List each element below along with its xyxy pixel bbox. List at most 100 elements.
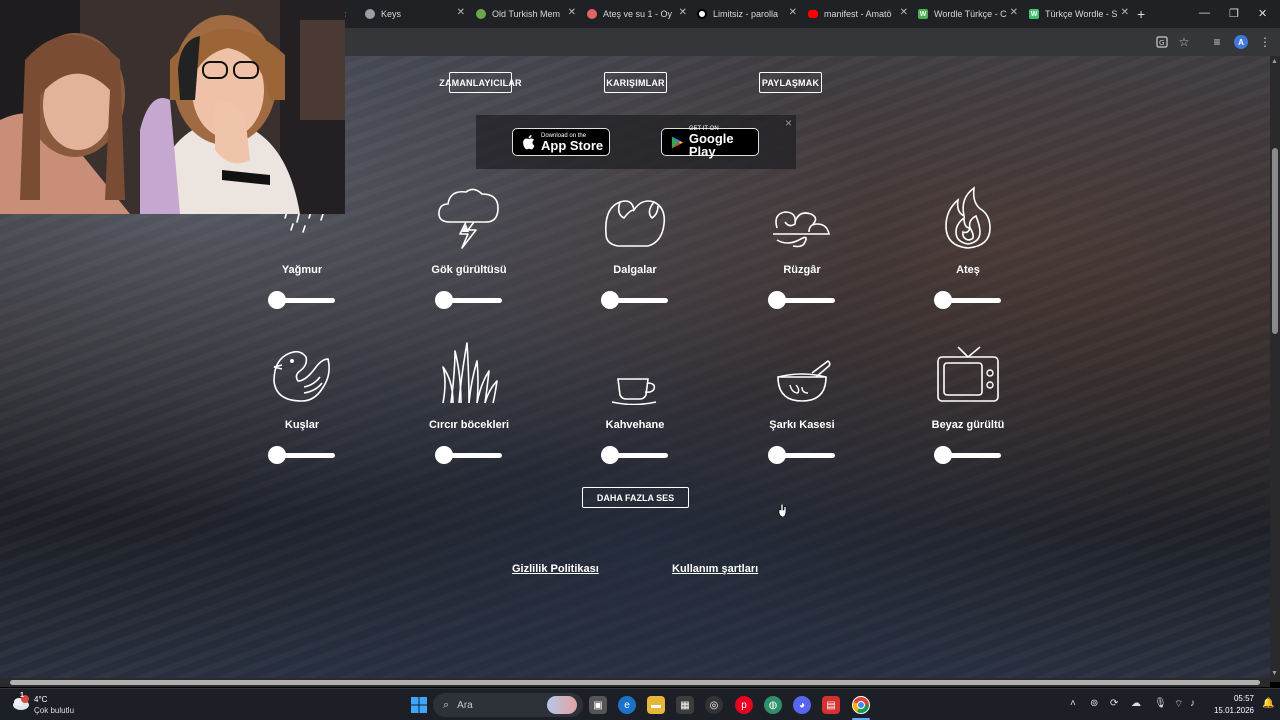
tab-close-icon[interactable]: ✕ [1010, 7, 1018, 18]
volume-slider-knob[interactable] [268, 446, 286, 464]
tray-app-icon[interactable]: ⊚ [1090, 698, 1098, 709]
new-tab-button[interactable]: + [1137, 4, 1151, 24]
tab-title: Limitsiz - parolla [713, 9, 779, 19]
volume-slider[interactable] [601, 291, 668, 309]
translate-icon[interactable]: G [1155, 35, 1169, 49]
sound-tile[interactable]: Gök gürültüsü [399, 186, 539, 309]
tab-close-icon[interactable]: ✕ [568, 7, 576, 18]
volume-icon[interactable]: ♪ [1190, 698, 1195, 709]
tv-icon[interactable] [898, 341, 1038, 405]
thunder-icon[interactable] [399, 186, 539, 250]
clock-date[interactable]: 15.01.2026 [1206, 706, 1254, 715]
sound-tile[interactable]: Şarkı Kasesi [732, 341, 872, 464]
taskbar-search[interactable]: ⌕ Ara [433, 693, 583, 717]
volume-slider-knob[interactable] [435, 291, 453, 309]
tab-scroll-left[interactable]: ‹ [343, 4, 357, 24]
singing-bowl-icon[interactable] [732, 341, 872, 405]
google-play-button[interactable]: GET IT ON Google Play [661, 126, 759, 158]
browser-tab[interactable]: manifest - Amatö ✕ [808, 4, 908, 24]
banner-close-icon[interactable]: × [785, 116, 792, 130]
volume-slider[interactable] [768, 446, 835, 464]
coffee-icon[interactable] [565, 341, 705, 405]
minimize-icon[interactable]: — [1199, 7, 1210, 19]
onedrive-icon[interactable]: ☁ [1131, 698, 1141, 709]
store-icon[interactable]: ▦ [676, 696, 694, 714]
volume-slider[interactable] [768, 291, 835, 309]
scroll-down-icon[interactable]: ▼ [1271, 670, 1278, 677]
volume-slider-knob[interactable] [601, 446, 619, 464]
bird-icon[interactable] [232, 341, 372, 405]
volume-slider-knob[interactable] [934, 446, 952, 464]
vertical-scrollbar[interactable]: ▲ ▼ [1270, 56, 1280, 682]
tab-close-icon[interactable]: ✕ [900, 7, 908, 18]
sound-tile[interactable]: Rüzgâr [732, 186, 872, 309]
browser-tab[interactable]: W Türkçe Wordle - S ✕ [1029, 4, 1129, 24]
vertical-scroll-thumb[interactable] [1272, 148, 1278, 334]
tab-close-icon[interactable]: ✕ [1121, 7, 1129, 18]
volume-slider[interactable] [934, 291, 1001, 309]
sound-tile[interactable]: Kahvehane [565, 341, 705, 464]
tray-sync-icon[interactable]: ⟳ [1110, 698, 1118, 709]
grass-icon[interactable] [399, 341, 539, 405]
wifi-icon[interactable]: ⌔ [1174, 698, 1183, 711]
browser-tab[interactable]: W Wordle Türkçe - C ✕ [918, 4, 1018, 24]
tab-close-icon[interactable]: ✕ [679, 7, 687, 18]
waves-icon[interactable] [565, 186, 705, 250]
restore-icon[interactable]: ❐ [1229, 7, 1239, 20]
browser-tab[interactable]: Keys ✕ [365, 4, 465, 24]
timers-button[interactable]: ZAMANLAYICILAR [439, 72, 522, 93]
tray-overflow-icon[interactable]: ˄ [1070, 698, 1076, 709]
fire-icon[interactable] [898, 186, 1038, 250]
discord-icon[interactable]: ◕ [793, 696, 811, 714]
windows-start-icon[interactable] [410, 696, 428, 714]
volume-slider-knob[interactable] [768, 291, 786, 309]
sound-tile[interactable]: Cırcır böcekleri [399, 341, 539, 464]
wind-icon[interactable] [732, 186, 872, 250]
terms-of-use-link[interactable]: Kullanım şartları [672, 563, 758, 575]
browser-tab[interactable]: Old Turkish Mem ✕ [476, 4, 576, 24]
clock-time[interactable]: 05:57 [1210, 694, 1254, 703]
close-window-icon[interactable]: ✕ [1258, 7, 1267, 20]
microphone-icon[interactable]: 🎙 [1154, 698, 1167, 709]
volume-slider-knob[interactable] [268, 291, 286, 309]
more-sounds-button[interactable]: DAHA FAZLA SES [582, 487, 689, 508]
volume-slider[interactable] [268, 446, 335, 464]
volume-slider-knob[interactable] [934, 291, 952, 309]
tab-close-icon[interactable]: ✕ [789, 7, 797, 18]
sound-tile[interactable]: Ateş [898, 186, 1038, 309]
sound-tile[interactable]: Dalgalar [565, 186, 705, 309]
volume-slider[interactable] [934, 446, 1001, 464]
share-button[interactable]: PAYLAŞMAK [759, 72, 822, 93]
sound-tile[interactable]: Kuşlar [232, 341, 372, 464]
globe-app-icon[interactable]: ◍ [764, 696, 782, 714]
volume-slider[interactable] [601, 446, 668, 464]
tab-close-icon[interactable]: ✕ [457, 7, 465, 18]
volume-slider[interactable] [268, 291, 335, 309]
horizontal-scroll-thumb[interactable] [10, 680, 1260, 685]
scroll-up-icon[interactable]: ▲ [1271, 58, 1278, 65]
profile-avatar[interactable]: A [1234, 35, 1248, 49]
steam-icon[interactable]: ◎ [705, 696, 723, 714]
pinterest-icon[interactable]: p [735, 696, 753, 714]
red-app-icon[interactable]: ▤ [822, 696, 840, 714]
task-view-icon[interactable]: ▣ [589, 696, 607, 714]
horizontal-scrollbar[interactable] [0, 678, 1270, 687]
edge-icon[interactable]: e [618, 696, 636, 714]
browser-menu-icon[interactable]: ⋮ [1258, 35, 1272, 49]
notifications-icon[interactable]: 🔔 [1262, 698, 1274, 709]
volume-slider[interactable] [435, 446, 502, 464]
volume-slider-knob[interactable] [435, 446, 453, 464]
volume-slider-knob[interactable] [601, 291, 619, 309]
reading-list-icon[interactable]: ≡ [1210, 35, 1224, 49]
app-store-button[interactable]: Download on the App Store [512, 128, 610, 156]
file-explorer-icon[interactable]: ▬ [647, 696, 665, 714]
privacy-policy-link[interactable]: Gizlilik Politikası [512, 563, 599, 575]
browser-tab[interactable]: Ateş ve su 1 - Oy ✕ [587, 4, 687, 24]
bookmark-star-icon[interactable]: ☆ [1177, 35, 1191, 49]
volume-slider[interactable] [435, 291, 502, 309]
volume-slider-knob[interactable] [768, 446, 786, 464]
chrome-icon[interactable] [852, 696, 870, 714]
browser-tab[interactable]: Limitsiz - parolla ✕ [697, 4, 797, 24]
mixes-button[interactable]: KARIŞIMLAR [604, 72, 667, 93]
sound-tile[interactable]: Beyaz gürültü [898, 341, 1038, 464]
